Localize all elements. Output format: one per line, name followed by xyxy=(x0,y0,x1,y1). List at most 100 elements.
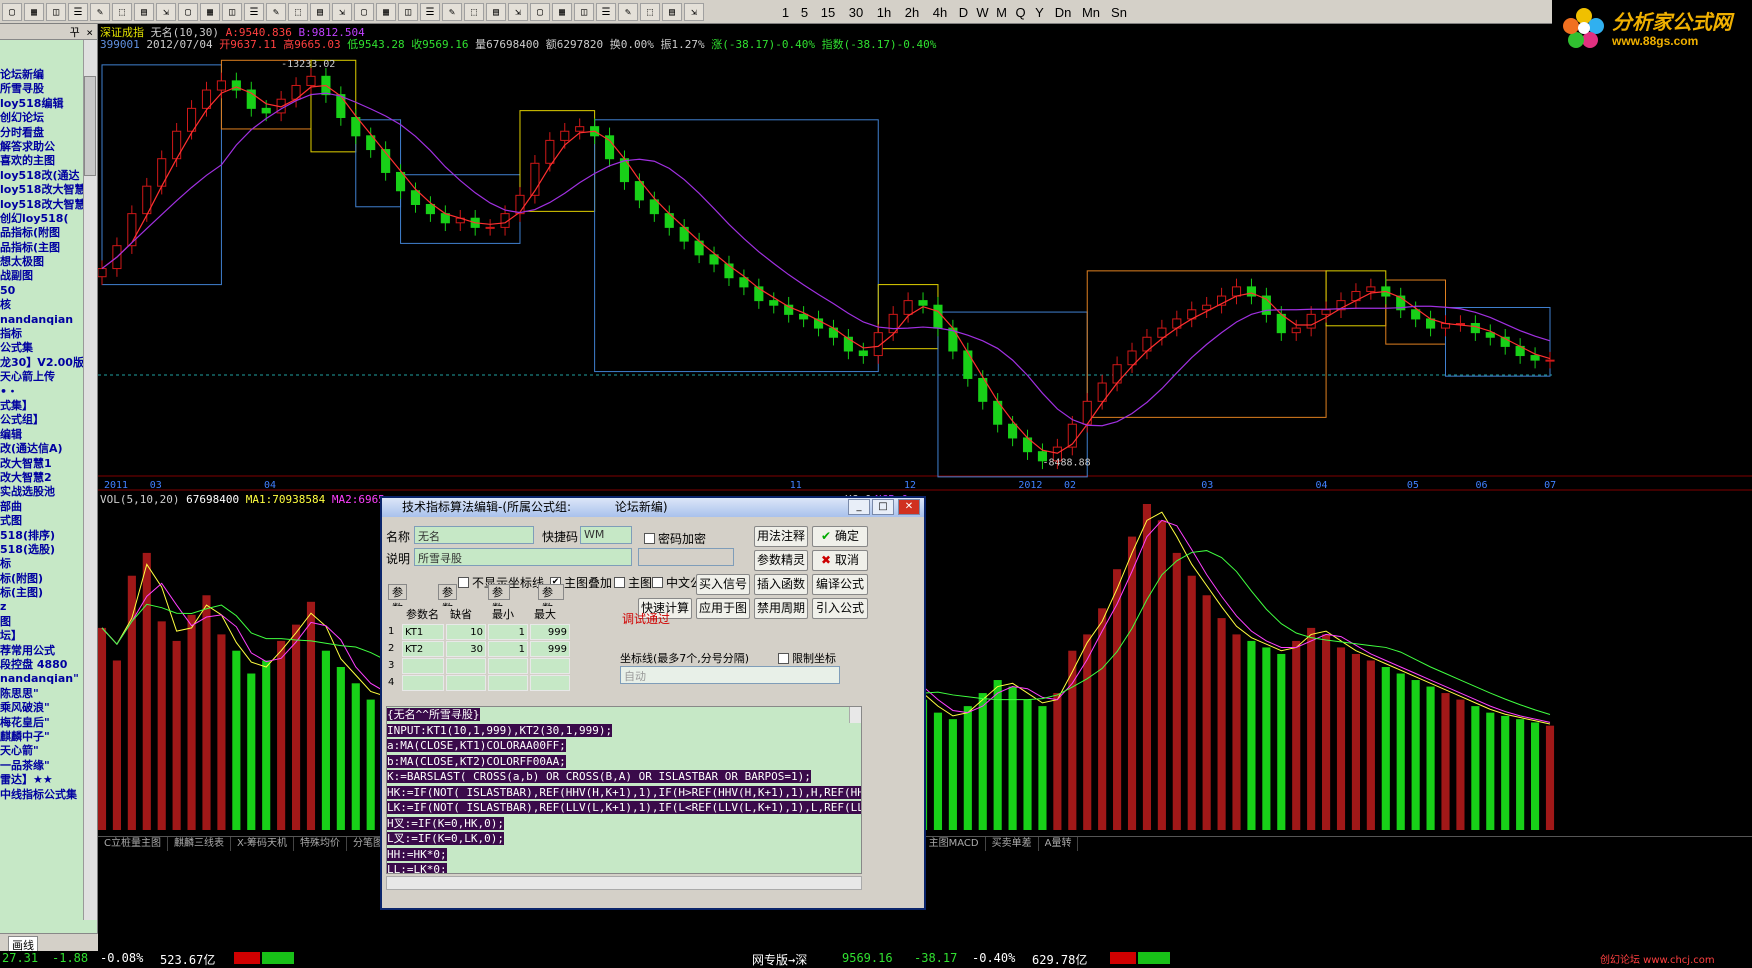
insert-function-button[interactable]: 插入函数 xyxy=(754,574,808,595)
buy-signal-button[interactable]: 买入信号 xyxy=(696,574,750,595)
compile-button[interactable]: 编译公式 xyxy=(812,574,868,595)
sidebar-item[interactable]: 龙30】V2.00版 xyxy=(0,356,84,370)
sidebar-item[interactable]: 喜欢的主图 xyxy=(0,154,84,168)
sidebar-item[interactable]: 段控盘 4880 xyxy=(0,658,84,672)
sidebar-item[interactable]: 改大智慧1 xyxy=(0,457,84,471)
indicator-tab[interactable]: 主图MACD xyxy=(923,837,986,851)
desc-input[interactable]: 所雪寻股 xyxy=(414,548,632,566)
sidebar-item[interactable]: 部曲 xyxy=(0,500,84,514)
period-Dn[interactable]: Dn xyxy=(1051,3,1075,21)
toolbar-tool-icon[interactable]: ☰ xyxy=(68,3,88,21)
sidebar-item[interactable]: 品指标(主图 xyxy=(0,241,84,255)
sidebar-item[interactable]: nandanqian xyxy=(0,313,84,327)
period-Y[interactable]: Y xyxy=(1032,3,1047,21)
toolbar-tool-icon[interactable]: ✎ xyxy=(618,3,638,21)
checkbox-icon[interactable] xyxy=(644,533,655,544)
sidebar-item[interactable]: 乘风破浪" xyxy=(0,701,84,715)
scroll-thumb[interactable] xyxy=(84,76,96,176)
sidebar-item[interactable]: 核 xyxy=(0,298,84,312)
param-cell[interactable] xyxy=(488,658,528,674)
main-chart-checkbox[interactable]: 主图 xyxy=(614,574,652,591)
toolbar-tool-icon[interactable]: ▤ xyxy=(662,3,682,21)
toolbar-tool-icon[interactable]: ✎ xyxy=(90,3,110,21)
sidebar-item[interactable]: 标(附图) xyxy=(0,572,84,586)
toolbar-tool-icon[interactable]: ⇲ xyxy=(156,3,176,21)
axis-input[interactable]: 自动 xyxy=(620,666,840,684)
sidebar-item[interactable]: 改(通达信A) xyxy=(0,442,84,456)
toolbar-tool-icon[interactable]: ▤ xyxy=(134,3,154,21)
sidebar-item[interactable]: nandanqian" xyxy=(0,672,84,686)
param-cell[interactable]: KT2 xyxy=(402,641,444,657)
param-cell[interactable] xyxy=(446,658,486,674)
name-input[interactable]: 无名 xyxy=(414,526,534,544)
period-15[interactable]: 15 xyxy=(816,3,840,21)
checkbox-icon[interactable] xyxy=(778,652,789,664)
indicator-tab[interactable]: 麒麟三线表 xyxy=(168,837,231,851)
sidebar-item[interactable]: 品指标(附图 xyxy=(0,226,84,240)
sidebar-item[interactable]: loy518改(通达 xyxy=(0,169,84,183)
sidebar-item[interactable]: 麒麟中子" xyxy=(0,730,84,744)
sidebar-item[interactable]: 518(排序) xyxy=(0,529,84,543)
toolbar-tool-icon[interactable]: ⬚ xyxy=(640,3,660,21)
sidebar-item[interactable]: 公式集 xyxy=(0,341,84,355)
toolbar-tool-icon[interactable]: ⇲ xyxy=(684,3,704,21)
sidebar-item[interactable]: 分时看盘 xyxy=(0,126,84,140)
param-cell[interactable] xyxy=(530,658,570,674)
param-cell[interactable]: 999 xyxy=(530,641,570,657)
period-D[interactable]: D xyxy=(956,3,971,21)
period-Q[interactable]: Q xyxy=(1013,3,1028,21)
period-M[interactable]: M xyxy=(994,3,1009,21)
toolbar-tool-icon[interactable]: ☰ xyxy=(596,3,616,21)
toolbar-tool-icon[interactable]: ▦ xyxy=(24,3,44,21)
sidebar-item[interactable]: 标(主图) xyxy=(0,586,84,600)
sidebar-item[interactable]: loy518改大智慧 xyxy=(0,183,84,197)
sidebar-item[interactable]: z xyxy=(0,600,84,614)
sidebar-item[interactable]: 标 xyxy=(0,557,84,571)
sidebar-item[interactable]: 天心箭" xyxy=(0,744,84,758)
toolbar-tool-icon[interactable]: ◫ xyxy=(398,3,418,21)
param-cell[interactable] xyxy=(446,675,486,691)
checkbox-icon[interactable] xyxy=(458,577,469,588)
usage-button[interactable]: 用法注释 xyxy=(754,526,808,547)
limit-axis-checkbox[interactable]: 限制坐标 xyxy=(778,650,836,666)
sidebar-item[interactable]: 战副图 xyxy=(0,269,84,283)
param-cell[interactable] xyxy=(402,658,444,674)
sidebar-item[interactable]: 一品茶缘" xyxy=(0,759,84,773)
sidebar-item[interactable]: 坛】 xyxy=(0,629,84,643)
toolbar-tool-icon[interactable]: ▢ xyxy=(178,3,198,21)
sidebar-item[interactable]: 论坛新编 xyxy=(0,68,84,82)
sidebar-item[interactable]: 陈思思" xyxy=(0,687,84,701)
toolbar-tool-icon[interactable]: ⇲ xyxy=(332,3,352,21)
sidebar-item[interactable]: 518(选股) xyxy=(0,543,84,557)
close-button[interactable]: ✕ xyxy=(898,499,920,515)
param-cell[interactable] xyxy=(402,675,444,691)
period-5[interactable]: 5 xyxy=(797,3,812,21)
sidebar-item[interactable]: 梅花皇后" xyxy=(0,716,84,730)
sidebar-item[interactable]: 指标 xyxy=(0,327,84,341)
param-tab[interactable]: 参数1-4 xyxy=(388,584,407,647)
indicator-tab[interactable]: X-筹码天机 xyxy=(231,837,294,851)
toolbar-tool-icon[interactable]: ▦ xyxy=(200,3,220,21)
param-tab[interactable]: 参数13-16 xyxy=(538,584,564,647)
checkbox-icon[interactable] xyxy=(614,577,625,588)
toolbar-tool-icon[interactable]: ☰ xyxy=(420,3,440,21)
hotkey-input[interactable]: WM xyxy=(580,526,632,544)
sidebar-item[interactable]: 改大智慧2 xyxy=(0,471,84,485)
period-30[interactable]: 30 xyxy=(844,3,868,21)
period-W[interactable]: W xyxy=(975,3,990,21)
toolbar-tool-icon[interactable]: ⬚ xyxy=(288,3,308,21)
toolbar-tool-icon[interactable]: ▤ xyxy=(486,3,506,21)
indicator-tab[interactable]: 特殊均价 xyxy=(294,837,347,851)
toolbar-tool-icon[interactable]: ▦ xyxy=(376,3,396,21)
sidebar-item[interactable]: 公式组】 xyxy=(0,413,84,427)
param-tab[interactable]: 参数5-8 xyxy=(438,584,457,647)
param-cell[interactable]: 1 xyxy=(488,624,528,640)
code-editor[interactable]: {无名^^所雪寻股} INPUT:KT1(10,1,999),KT2(30,1,9… xyxy=(386,706,862,874)
toolbar-tool-icon[interactable]: ⬚ xyxy=(464,3,484,21)
toolbar-tool-icon[interactable]: ☰ xyxy=(244,3,264,21)
period-4h[interactable]: 4h xyxy=(928,3,952,21)
code-hscrollbar[interactable] xyxy=(386,876,862,890)
apply-to-chart-button[interactable]: 应用于图 xyxy=(696,598,750,619)
param-cell[interactable]: 1 xyxy=(488,641,528,657)
checkbox-icon[interactable] xyxy=(652,577,663,588)
